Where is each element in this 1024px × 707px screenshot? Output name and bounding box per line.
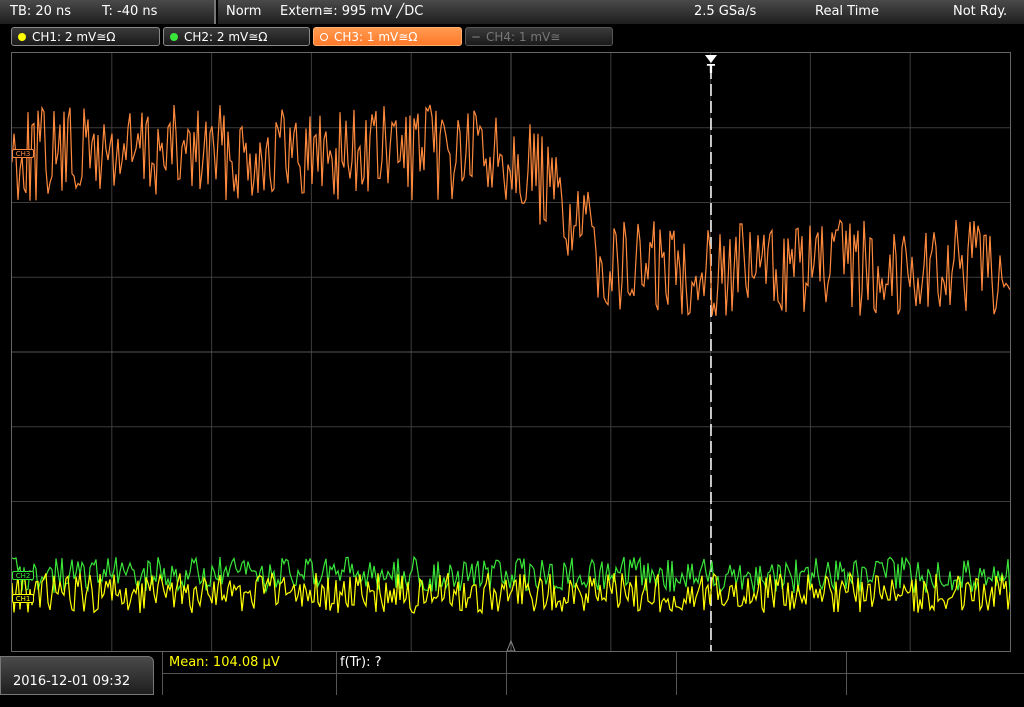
ch2-indicator-icon [170,33,178,41]
channel-tabs: CH1: 2 mV≅Ω CH2: 2 mV≅Ω CH3: 1 mV≅Ω CH4:… [0,24,1024,50]
timebase-value[interactable]: TB: 20 ns [10,0,71,24]
tab-ch4[interactable]: CH4: 1 mV≅ [465,27,613,46]
trigger-marker-label: T [706,62,716,76]
measurement-panel[interactable]: Mean: 104.08 µV f(Tr): ? [162,652,1024,695]
tab-ch2-label: CH2: 2 mV≅Ω [184,30,268,44]
status-bar: TB: 20 ns T: -40 ns Norm Extern≅: 995 mV… [0,0,1024,24]
acquisition-realtime[interactable]: Real Time [815,0,879,24]
measurement-mean[interactable]: Mean: 104.08 µV [169,655,280,670]
timebase-panel[interactable]: TB: 20 ns T: -40 ns [0,0,216,24]
date-time: 2016-12-01 09:32 [0,656,154,695]
measurement-rise-time[interactable]: f(Tr): ? [340,655,382,670]
tab-ch4-label: CH4: 1 mV≅ [486,30,561,44]
tab-ch2[interactable]: CH2: 2 mV≅Ω [163,27,310,46]
measurement-divider [162,652,163,695]
waveform-display[interactable]: CH3 CH2 CH1 T [11,52,1011,652]
sample-rate[interactable]: 2.5 GSa/s [694,0,756,24]
ch3-indicator-icon [320,33,328,41]
tab-ch1[interactable]: CH1: 2 mV≅Ω [11,27,160,46]
trigger-source[interactable]: Extern≅: 995 mV ╱DC [280,0,423,24]
footer-bar: 2016-12-01 09:32 Mean: 104.08 µV f(Tr): … [0,652,1024,695]
measurement-divider [336,652,337,695]
ch3-ground-marker[interactable]: CH3 [12,149,34,158]
trigger-position-marker[interactable]: T [704,55,718,75]
ch1-ground-marker[interactable]: CH1 [12,594,34,603]
tab-ch3-label: CH3: 1 mV≅Ω [334,30,418,44]
ch4-indicator-icon [472,36,480,38]
run-status: Not Rdy. [953,4,1008,19]
measurement-divider [162,673,1024,674]
acquisition-mode[interactable]: Norm [226,0,261,24]
tab-ch1-label: CH1: 2 mV≅Ω [32,30,116,44]
ch1-indicator-icon [18,33,26,41]
ch2-ground-marker[interactable]: CH2 [12,571,34,580]
waveform-canvas [12,53,1010,651]
measurement-divider [846,652,847,695]
measurement-divider [506,652,507,695]
measurement-divider [676,652,677,695]
tab-ch3[interactable]: CH3: 1 mV≅Ω [313,27,462,46]
acquisition-panel[interactable]: Norm Extern≅: 995 mV ╱DC 2.5 GSa/s Real … [218,0,1024,24]
trigger-time-value[interactable]: T: -40 ns [102,0,157,24]
